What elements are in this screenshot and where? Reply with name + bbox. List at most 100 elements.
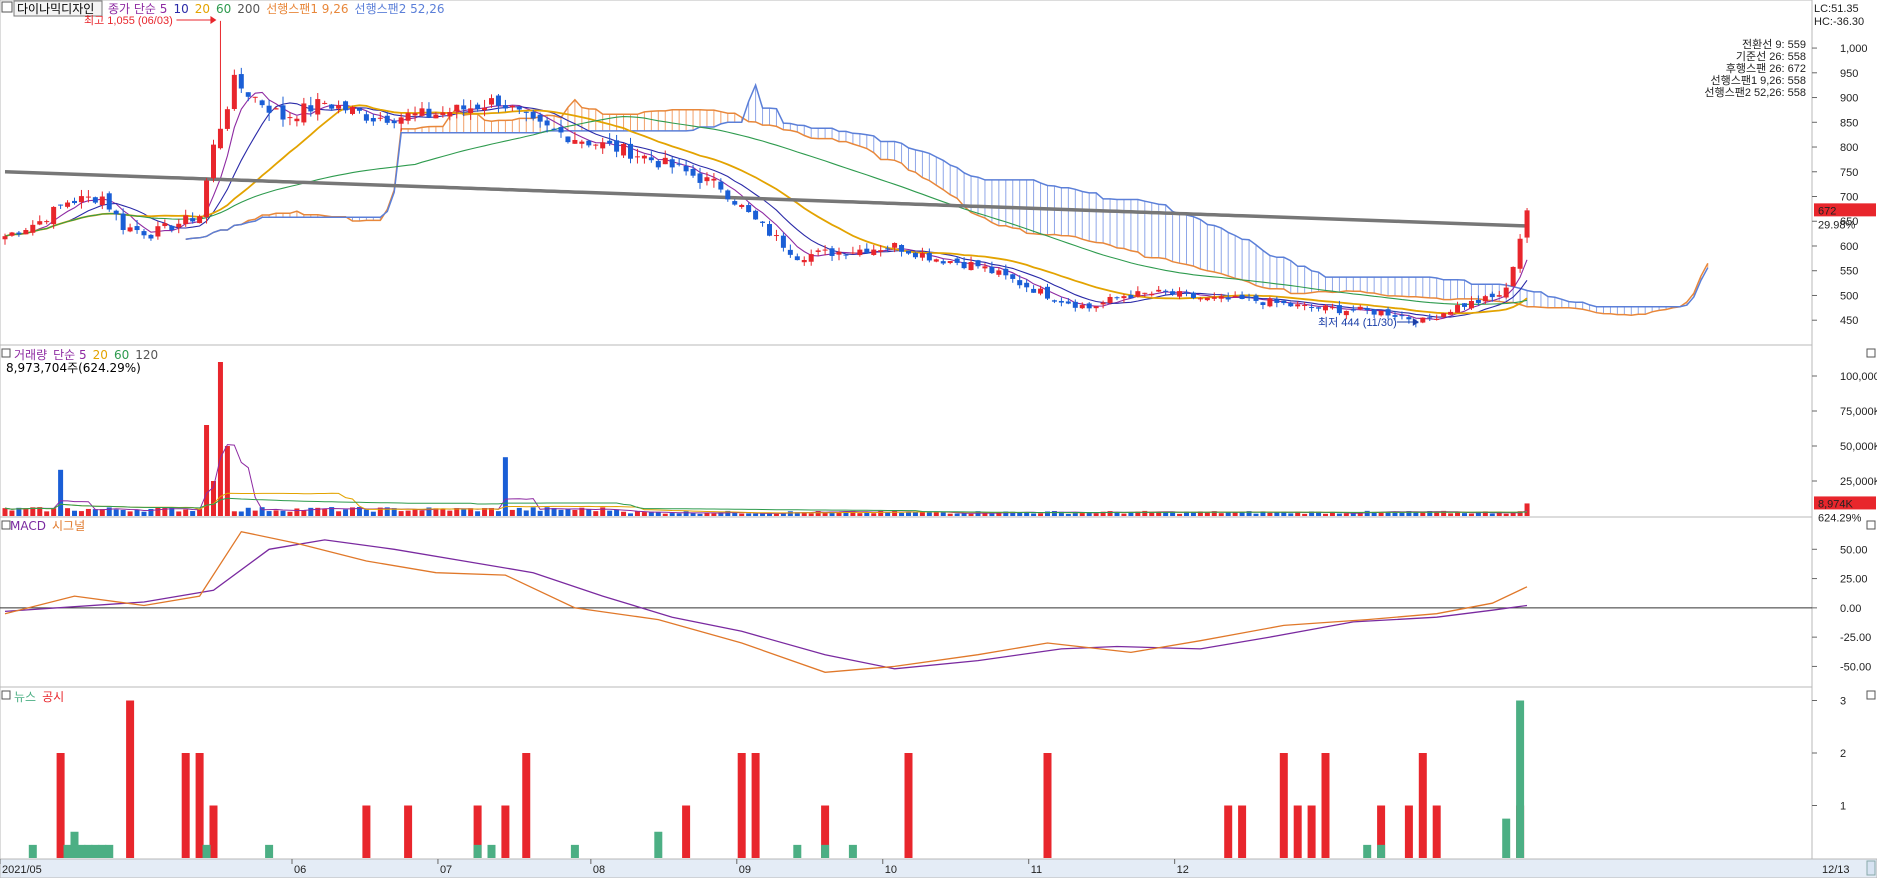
volume-bar xyxy=(183,509,189,516)
price-axis-tick-label: 950 xyxy=(1840,68,1858,80)
candle-body xyxy=(155,226,161,237)
svg-text:거래량단순 52060120: 거래량 단순 5 20 60 120 xyxy=(14,348,158,362)
candle-body xyxy=(30,224,36,233)
candle-body xyxy=(391,120,397,124)
candle-body xyxy=(1142,292,1148,294)
candle-body xyxy=(1163,290,1169,292)
candle-body xyxy=(1295,304,1301,307)
news-panel-menu-icon[interactable] xyxy=(1866,690,1876,700)
news-bar xyxy=(654,831,663,858)
volume-bar xyxy=(1448,513,1454,516)
volume-bar xyxy=(996,513,1002,516)
candle-body xyxy=(655,161,661,168)
macd-axis-tick-label: 0.00 xyxy=(1840,603,1861,615)
candle-body xyxy=(398,117,404,124)
candle-body xyxy=(940,261,946,264)
volume-bar xyxy=(1468,513,1474,516)
volume-bar xyxy=(614,509,620,516)
candle-body xyxy=(760,221,766,223)
candle-body xyxy=(329,104,335,109)
volume-bar xyxy=(968,513,974,516)
macd-panel-menu-icon[interactable] xyxy=(1866,520,1876,530)
candle-body xyxy=(1434,318,1440,320)
news-bar xyxy=(265,844,274,858)
stock-name[interactable]: 다이나믹디자인 xyxy=(17,2,94,16)
news-bar xyxy=(570,844,579,858)
price-legend-item[interactable]: 선행스팬1 9,26 xyxy=(266,1,348,16)
news-bar xyxy=(202,844,211,858)
price-panel[interactable] xyxy=(0,0,1813,346)
candle-body xyxy=(1441,313,1447,318)
candle-body xyxy=(690,168,696,176)
disclosure-bar xyxy=(1043,753,1052,858)
volume-bar xyxy=(857,513,863,516)
candle-body xyxy=(1371,309,1377,315)
candle-body xyxy=(1246,297,1252,299)
volume-bar xyxy=(176,511,182,516)
candle-body xyxy=(1135,291,1141,297)
news-bar xyxy=(70,831,79,858)
candle-body xyxy=(1128,294,1134,299)
stock-chart[interactable]: 67229.98% 8,974K624.29% 1,00095090085080… xyxy=(0,0,1877,878)
x-axis-label: 10 xyxy=(885,864,897,876)
candle-body xyxy=(78,196,84,203)
macd-axis-tick-label: 25.00 xyxy=(1840,574,1868,586)
volume-bar xyxy=(516,507,522,516)
news-bar xyxy=(473,844,482,858)
candle-body xyxy=(989,266,995,274)
disclosure-bar xyxy=(737,753,746,858)
news-legend-item[interactable]: 뉴스 xyxy=(14,690,36,704)
news-bar xyxy=(1377,844,1386,858)
disclosure-bar xyxy=(56,753,65,858)
candle-body xyxy=(614,140,620,152)
volume-bar xyxy=(711,513,717,516)
candle-body xyxy=(190,218,196,222)
volume-legend-item[interactable]: 단순 5 xyxy=(53,348,87,362)
volume-bar xyxy=(961,513,967,516)
volume-bar xyxy=(690,513,696,516)
volume-panel-menu-icon[interactable] xyxy=(1866,348,1876,358)
macd-legend-item[interactable]: 시그널 xyxy=(52,519,85,533)
volume-legend-item[interactable]: 20 xyxy=(93,348,108,362)
candle-body xyxy=(1357,306,1363,310)
volume-bar xyxy=(1343,513,1349,516)
candle-body xyxy=(746,205,752,213)
volume-bar xyxy=(1051,511,1057,516)
disclosure-bar xyxy=(1432,805,1441,858)
news-legend-item[interactable]: 공시 xyxy=(42,690,64,704)
candle-body xyxy=(44,221,50,223)
price-axis-tick-label: 450 xyxy=(1840,315,1858,327)
price-legend-item[interactable]: 종가 단순 5 xyxy=(108,2,167,16)
candle-body xyxy=(162,223,168,227)
volume-bar xyxy=(1190,512,1196,516)
volume-panel[interactable] xyxy=(0,344,1813,518)
macd-panel[interactable] xyxy=(0,516,1813,688)
price-legend-item[interactable]: 10 xyxy=(173,2,188,16)
candle-body xyxy=(9,232,15,236)
volume-bar xyxy=(363,509,369,516)
price-legend-item[interactable]: 선행스팬2 52,26 xyxy=(355,1,445,16)
volume-bar xyxy=(1503,513,1509,516)
hc-label: HC:-36.30 xyxy=(1814,16,1864,28)
volume-bar xyxy=(294,508,300,516)
macd-legend-item[interactable]: MACD xyxy=(10,519,46,533)
candle-body xyxy=(141,231,147,236)
volume-legend-item[interactable]: 60 xyxy=(114,348,129,362)
volume-bar xyxy=(565,509,571,516)
news-bar xyxy=(28,844,37,858)
price-legend-item[interactable]: 20 xyxy=(195,2,210,16)
candle-body xyxy=(1024,282,1030,288)
x-axis-bar xyxy=(0,858,1877,878)
last-volume-label: 8,974K xyxy=(1818,498,1854,510)
price-legend-item[interactable]: 60 xyxy=(216,2,231,16)
volume-legend-item[interactable]: 거래량 xyxy=(14,348,47,362)
scroll-right-icon[interactable] xyxy=(1866,860,1876,876)
candle-body xyxy=(1031,288,1037,293)
candle-body xyxy=(266,105,272,113)
price-legend-item[interactable]: 200 xyxy=(237,2,260,16)
candle-body xyxy=(377,117,383,119)
volume-legend-item[interactable]: 120 xyxy=(135,348,158,362)
disclosure-bar xyxy=(501,805,510,858)
candle-body xyxy=(245,92,251,97)
svg-text:종가 단순 5102060200선행스팬1 9,26선행스팬: 종가 단순 5 10 20 60 200 선행스팬1 9,26 선행스팬2 52,26 xyxy=(108,1,445,16)
